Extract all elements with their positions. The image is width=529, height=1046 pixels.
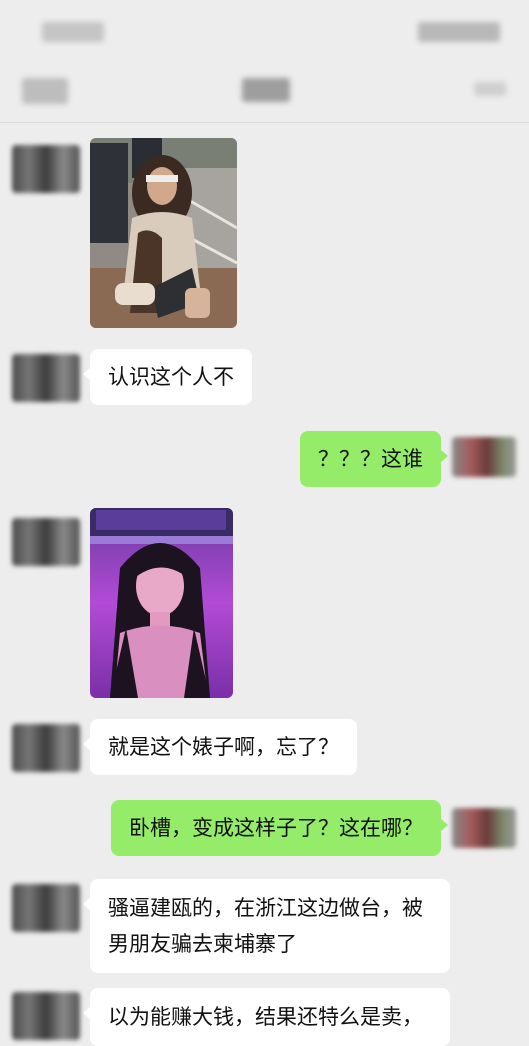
message-image[interactable]: [90, 138, 237, 328]
photo-woman-street-icon: [90, 138, 237, 328]
more-icon[interactable]: [474, 82, 506, 96]
chat-area: 认识这个人不 ？？？这谁 就是这个婊子啊，忘了？ 卧槽，变成这样子了？这在哪？ …: [0, 122, 529, 1046]
status-time: [42, 22, 104, 42]
status-bar: [0, 0, 529, 60]
contact-avatar[interactable]: [12, 354, 80, 402]
contact-avatar[interactable]: [12, 724, 80, 772]
message-image[interactable]: [90, 508, 233, 698]
my-avatar[interactable]: [452, 808, 516, 848]
contact-avatar[interactable]: [12, 992, 80, 1040]
message-bubble-incoming[interactable]: 以为能赚大钱，结果还特么是卖，: [83, 988, 450, 1046]
message-bubble-incoming[interactable]: 骚逼建瓯的，在浙江这边做台，被男朋友骗去柬埔寨了: [83, 879, 450, 973]
message-bubble-incoming[interactable]: 认识这个人不: [83, 349, 252, 405]
status-icons: [418, 22, 500, 42]
message-bubble-outgoing[interactable]: 卧槽，变成这样子了？这在哪？: [111, 800, 448, 856]
chat-title: [242, 78, 290, 102]
message-bubble-incoming[interactable]: 就是这个婊子啊，忘了？: [83, 719, 357, 775]
nav-bar: [0, 60, 529, 123]
back-button[interactable]: [22, 78, 68, 104]
contact-avatar[interactable]: [12, 145, 80, 193]
contact-avatar[interactable]: [12, 884, 80, 932]
photo-woman-selfie-purple-icon: [90, 508, 233, 698]
contact-avatar[interactable]: [12, 518, 80, 566]
message-bubble-outgoing[interactable]: ？？？这谁: [300, 431, 448, 487]
my-avatar[interactable]: [452, 437, 516, 477]
